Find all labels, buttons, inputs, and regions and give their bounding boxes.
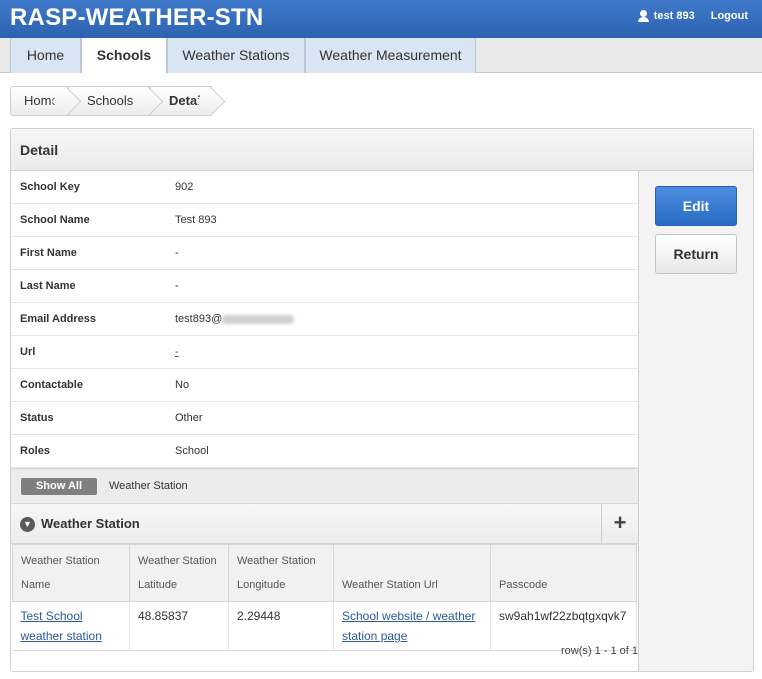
- redacted-email-domain: [222, 314, 295, 324]
- field-value: 902: [175, 181, 194, 193]
- field-row-contactable: Contactable No: [11, 369, 638, 402]
- field-label: School Key: [20, 181, 80, 193]
- weather-station-name-link[interactable]: Test School weather station: [21, 609, 102, 643]
- field-value: School: [175, 445, 209, 457]
- weather-station-subregion-header: ▼ Weather Station +: [11, 504, 638, 544]
- weather-station-table: Weather Station Name Weather Station Latit…: [12, 544, 637, 651]
- subregion-title: Weather Station: [41, 516, 140, 531]
- username: test 893: [653, 10, 695, 22]
- tab-weather-stations[interactable]: Weather Stations: [167, 38, 305, 73]
- field-row-email: Email Address test893@: [11, 303, 638, 336]
- field-label: Status: [20, 412, 54, 424]
- pagination: row(s) 1 - 1 of 1: [560, 645, 638, 657]
- field-label: School Name: [20, 214, 90, 226]
- return-button[interactable]: Return: [655, 234, 737, 274]
- show-all-button[interactable]: Show All: [21, 478, 97, 495]
- field-label: Url: [20, 346, 36, 358]
- region-title: Detail: [11, 129, 753, 171]
- field-row-status: Status Other: [11, 402, 638, 435]
- cell-latitude: 48.85837: [129, 601, 229, 651]
- user-menu[interactable]: test 893: [637, 10, 695, 22]
- breadcrumb: Home Schools Detail: [10, 86, 212, 116]
- column-header-name[interactable]: Weather Station Name: [12, 544, 130, 602]
- column-header-latitude[interactable]: Weather Station Latitude: [129, 544, 229, 602]
- field-value: -: [175, 247, 179, 259]
- breadcrumb-home[interactable]: Home: [10, 86, 68, 116]
- person-icon: [637, 10, 649, 22]
- field-label: First Name: [20, 247, 77, 259]
- field-row-first-name: First Name -: [11, 237, 638, 270]
- field-label: Email Address: [20, 313, 97, 325]
- detail-fields: School Key 902 School Name Test 893 Firs…: [11, 171, 639, 671]
- field-row-school-name: School Name Test 893: [11, 204, 638, 237]
- url-link[interactable]: -: [175, 346, 179, 358]
- tab-weather-measurement[interactable]: Weather Measurement: [305, 38, 476, 73]
- table-row: Test School weather station 48.85837 2.2…: [12, 601, 637, 651]
- field-value: Test 893: [175, 214, 217, 226]
- app-title[interactable]: RASP-WEATHER-STN: [10, 4, 263, 32]
- field-value: No: [175, 379, 190, 391]
- plus-icon: +: [613, 510, 627, 535]
- chevron-down-icon[interactable]: ▼: [20, 517, 35, 532]
- email-text: test893@: [175, 313, 223, 325]
- tab-schools[interactable]: Schools: [81, 38, 167, 74]
- weather-station-url-link[interactable]: School website / weather station page: [342, 609, 475, 643]
- add-weather-station-button[interactable]: +: [601, 504, 638, 543]
- button-column: Edit Return: [640, 171, 753, 671]
- user-area: test 893 Logout: [637, 10, 748, 22]
- show-all-bar: Show All Weather Station: [11, 468, 638, 504]
- cell-passcode: sw9ah1wf22zbqtgxqvk7: [490, 601, 637, 651]
- field-value-email: test893@: [175, 313, 295, 325]
- show-all-tab-weather-station[interactable]: Weather Station: [109, 480, 188, 492]
- edit-button[interactable]: Edit: [655, 186, 737, 226]
- main-tabs: Home Schools Weather Stations Weather Me…: [0, 38, 762, 74]
- field-row-roles: Roles School: [11, 435, 638, 468]
- field-row-url: Url -: [11, 336, 638, 369]
- field-value: -: [175, 280, 179, 292]
- detail-region: Detail School Key 902 School Name Test 8…: [10, 128, 754, 672]
- field-row-school-key: School Key 902: [11, 171, 638, 204]
- field-row-last-name: Last Name -: [11, 270, 638, 303]
- top-bar: RASP-WEATHER-STN test 893 Logout: [0, 0, 762, 38]
- tab-home[interactable]: Home: [10, 38, 81, 73]
- field-label: Roles: [20, 445, 50, 457]
- column-header-passcode[interactable]: Passcode: [490, 544, 637, 602]
- column-header-url[interactable]: Weather Station Url: [333, 544, 491, 602]
- cell-name: Test School weather station: [12, 601, 130, 651]
- field-label: Contactable: [20, 379, 83, 391]
- cell-url: School website / weather station page: [333, 601, 491, 651]
- field-value: Other: [175, 412, 203, 424]
- logout-link[interactable]: Logout: [711, 10, 748, 22]
- cell-longitude: 2.29448: [228, 601, 334, 651]
- column-header-longitude[interactable]: Weather Station Longitude: [228, 544, 334, 602]
- field-label: Last Name: [20, 280, 76, 292]
